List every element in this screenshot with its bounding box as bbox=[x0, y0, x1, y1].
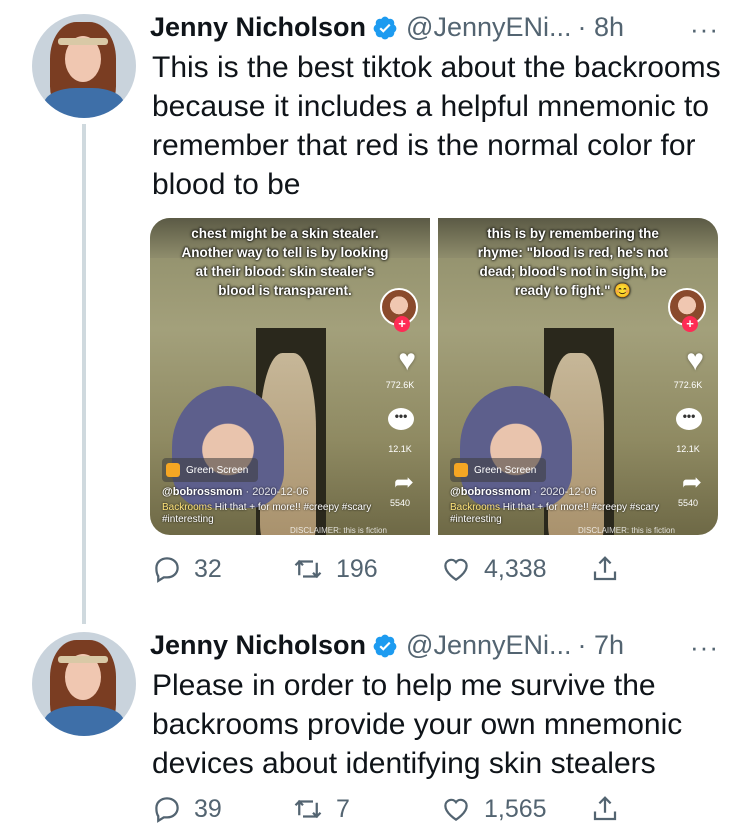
effect-label: Green Screen bbox=[186, 464, 249, 476]
avatar[interactable] bbox=[32, 14, 136, 118]
retweet-icon bbox=[294, 559, 322, 579]
share-count: 5540 bbox=[677, 498, 699, 508]
video-username: @bobrossmom · 2020-12-06 bbox=[450, 486, 596, 498]
like-count: 4,338 bbox=[484, 554, 547, 583]
effect-label: Green Screen bbox=[474, 464, 537, 476]
video-date: · 2020-12-06 bbox=[533, 486, 597, 498]
tweet-text: Please in order to help me survive the b… bbox=[152, 669, 683, 780]
desc-text: Hit that + for more!! bbox=[212, 502, 304, 513]
like-count: 772.6K bbox=[385, 380, 415, 390]
effect-icon bbox=[454, 463, 468, 477]
more-icon[interactable]: ··· bbox=[690, 14, 719, 45]
video-user: @bobrossmom bbox=[162, 486, 243, 498]
video-description: Backrooms Hit that + for more!! #creepy … bbox=[162, 502, 380, 526]
like-icon bbox=[444, 558, 468, 581]
desc-tag: Backrooms bbox=[450, 502, 501, 513]
heart-icon: ♥ bbox=[398, 344, 416, 377]
desc-text: Hit that + for more!! bbox=[500, 502, 592, 513]
video-user: @bobrossmom bbox=[450, 486, 531, 498]
tweet-text: This is the best tiktok about the backro… bbox=[152, 51, 721, 201]
video-caption: this is by remembering the rhyme: "blood… bbox=[477, 226, 669, 298]
tiktok-video-thumbnail[interactable]: this is by remembering the rhyme: "blood… bbox=[438, 218, 718, 535]
video-description: Backrooms Hit that + for more!! #creepy … bbox=[450, 502, 668, 526]
tweet-header: Jenny Nicholson @JennyENi... · 8h bbox=[150, 12, 624, 43]
share-button[interactable] bbox=[590, 794, 620, 824]
share-arrow-icon: ➦ bbox=[393, 469, 414, 496]
user-handle[interactable]: @JennyENi... bbox=[406, 630, 571, 661]
effect-badge: Green Screen bbox=[162, 458, 259, 482]
retweet-button[interactable]: 196 bbox=[292, 554, 440, 584]
effect-icon bbox=[166, 463, 180, 477]
like-count: 1,565 bbox=[484, 794, 547, 823]
effect-badge: Green Screen bbox=[450, 458, 547, 482]
like-icon bbox=[444, 798, 468, 821]
share-arrow-icon: ➦ bbox=[681, 469, 702, 496]
like-button[interactable]: 4,338 bbox=[440, 554, 590, 584]
reply-button[interactable]: 39 bbox=[152, 794, 292, 824]
comment-icon: ••• bbox=[676, 408, 702, 430]
retweet-button[interactable]: 7 bbox=[292, 794, 440, 824]
retweet-icon bbox=[294, 799, 322, 819]
tweet-timestamp[interactable]: · 7h bbox=[578, 630, 625, 661]
like-button[interactable]: 1,565 bbox=[440, 794, 590, 824]
tiktok-video-thumbnail[interactable]: chest might be a skin stealer. Another w… bbox=[150, 218, 430, 535]
reply-icon bbox=[155, 557, 179, 583]
share-button[interactable] bbox=[590, 554, 620, 584]
desc-tag: Backrooms bbox=[162, 502, 213, 513]
video-caption: chest might be a skin stealer. Another w… bbox=[181, 226, 389, 298]
tweet[interactable]: Jenny Nicholson @JennyENi... · 7h ··· Pl… bbox=[0, 624, 750, 836]
display-name[interactable]: Jenny Nicholson bbox=[150, 630, 366, 661]
tweet[interactable]: Jenny Nicholson @JennyENi... · 8h ··· Th… bbox=[0, 0, 750, 624]
retweet-count: 196 bbox=[336, 554, 378, 583]
tweet-media[interactable]: chest might be a skin stealer. Another w… bbox=[150, 218, 718, 535]
share-icon bbox=[593, 556, 617, 581]
comment-count: 12.1K bbox=[676, 444, 700, 454]
like-count: 772.6K bbox=[673, 380, 703, 390]
verified-badge-icon bbox=[373, 16, 397, 39]
comment-count: 12.1K bbox=[388, 444, 412, 454]
tweet-actions: 39 7 1,565 bbox=[152, 794, 620, 824]
follow-plus-icon: + bbox=[394, 316, 410, 332]
comment-icon: ••• bbox=[388, 408, 414, 430]
more-icon[interactable]: ··· bbox=[690, 632, 719, 663]
video-date: · 2020-12-06 bbox=[245, 486, 309, 498]
tweet-header: Jenny Nicholson @JennyENi... · 7h bbox=[150, 630, 624, 661]
video-disclaimer: DISCLAIMER: this is fiction bbox=[290, 526, 387, 535]
display-name[interactable]: Jenny Nicholson bbox=[150, 12, 366, 43]
heart-icon: ♥ bbox=[686, 344, 704, 377]
tweet-actions: 32 196 4,338 bbox=[152, 554, 620, 584]
reply-count: 32 bbox=[194, 554, 222, 583]
retweet-count: 7 bbox=[336, 794, 350, 823]
tweet-timestamp[interactable]: · 8h bbox=[578, 12, 625, 43]
verified-badge-icon bbox=[373, 634, 397, 657]
follow-plus-icon: + bbox=[682, 316, 698, 332]
share-icon bbox=[593, 796, 617, 821]
video-username: @bobrossmom · 2020-12-06 bbox=[162, 486, 308, 498]
video-disclaimer: DISCLAIMER: this is fiction bbox=[578, 526, 675, 535]
user-handle[interactable]: @JennyENi... bbox=[406, 12, 571, 43]
share-count: 5540 bbox=[389, 498, 411, 508]
reply-icon bbox=[155, 797, 179, 823]
avatar[interactable] bbox=[32, 632, 136, 736]
reply-button[interactable]: 32 bbox=[152, 554, 292, 584]
reply-count: 39 bbox=[194, 794, 222, 823]
